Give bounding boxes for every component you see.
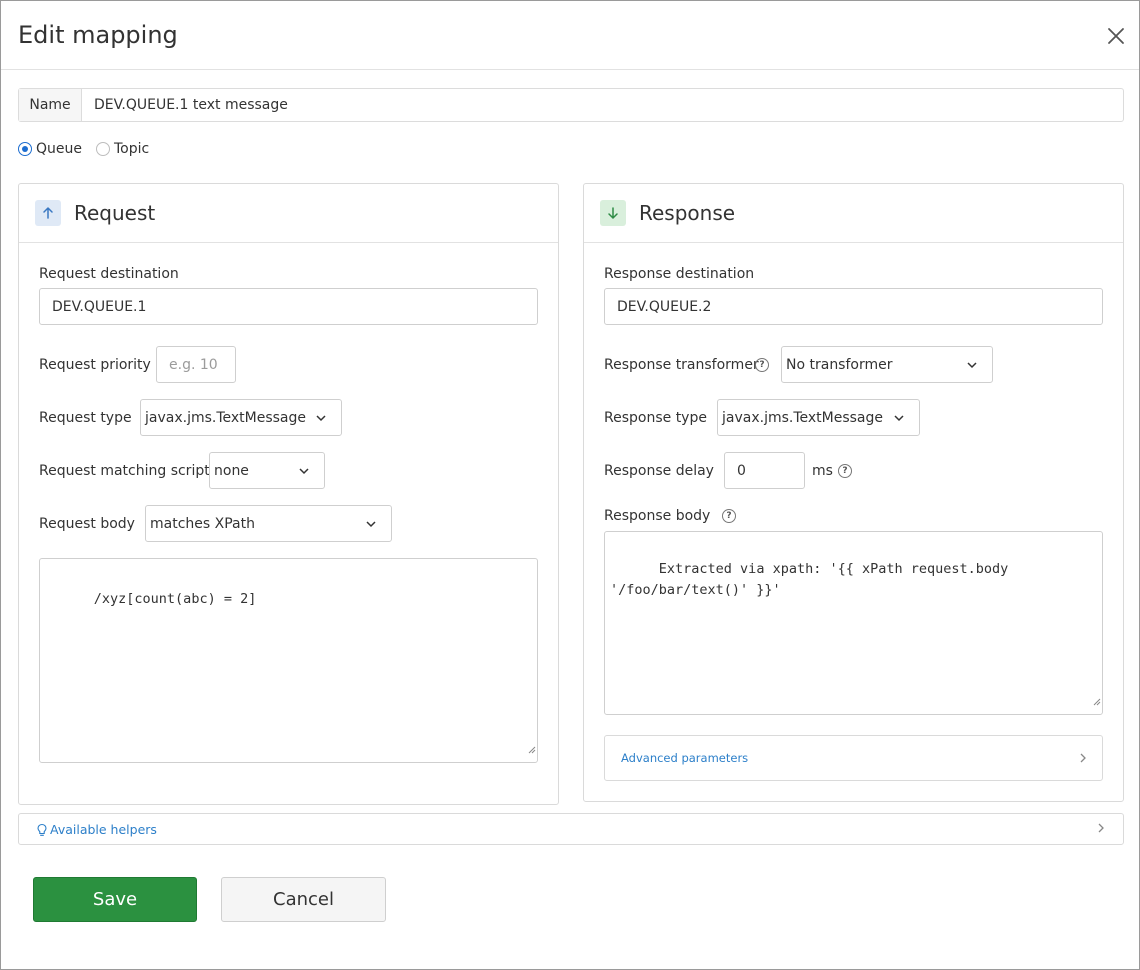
chevron-down-icon	[966, 359, 978, 375]
request-body-matcher-value: matches XPath	[150, 515, 255, 532]
help-circle-icon[interactable]: ?	[838, 464, 852, 478]
request-panel-title: Request	[74, 201, 156, 225]
name-input[interactable]: DEV.QUEUE.1 text message	[82, 89, 1123, 121]
edit-mapping-dialog: Edit mapping Name DEV.QUEUE.1 text messa…	[0, 0, 1140, 970]
chevron-right-icon	[1078, 752, 1088, 768]
chevron-right-icon	[1096, 822, 1106, 838]
destination-kind-radio-group: Queue Topic	[18, 140, 163, 158]
dialog-header: Edit mapping	[1, 1, 1139, 70]
request-priority-input[interactable]: e.g. 10	[156, 346, 236, 383]
name-label: Name	[19, 89, 82, 121]
topic-radio-dot[interactable]	[96, 142, 110, 156]
lightbulb-icon	[36, 823, 48, 841]
request-panel-header: Request	[19, 184, 558, 243]
close-icon[interactable]	[1105, 25, 1127, 47]
request-matching-script-select[interactable]: none	[209, 452, 325, 489]
response-panel-header: Response	[584, 184, 1123, 243]
request-type-select[interactable]: javax.jms.TextMessage	[140, 399, 342, 436]
response-transformer-label: Response transformer	[604, 357, 759, 373]
request-body-label: Request body	[39, 516, 135, 532]
queue-radio-label: Queue	[36, 141, 82, 157]
response-delay-label: Response delay	[604, 463, 714, 479]
resize-handle-icon[interactable]	[527, 740, 536, 761]
queue-radio-dot[interactable]	[18, 142, 32, 156]
request-destination-label: Request destination	[39, 266, 179, 282]
response-transformer-select[interactable]: No transformer	[781, 346, 993, 383]
help-circle-icon[interactable]: ?	[722, 509, 736, 523]
response-type-value: javax.jms.TextMessage	[722, 409, 884, 426]
response-panel-title: Response	[639, 201, 736, 225]
response-body-text: Extracted via xpath: '{{ xPath request.b…	[610, 561, 1009, 598]
response-panel: Response Response destination DEV.QUEUE.…	[583, 183, 1124, 802]
dialog-title: Edit mapping	[18, 21, 178, 49]
resize-handle-icon[interactable]	[1092, 692, 1101, 713]
cancel-button[interactable]: Cancel	[221, 877, 386, 922]
available-helpers-expander[interactable]: Available helpers	[18, 813, 1124, 845]
queue-radio[interactable]: Queue	[18, 141, 82, 157]
response-type-select[interactable]: javax.jms.TextMessage	[717, 399, 920, 436]
response-transformer-value: No transformer	[786, 356, 893, 373]
response-delay-unit: ms	[812, 463, 833, 479]
advanced-parameters-label[interactable]: Advanced parameters	[621, 751, 748, 765]
chevron-down-icon	[893, 412, 905, 428]
arrow-down-icon	[600, 200, 626, 226]
request-type-label: Request type	[39, 410, 132, 426]
response-destination-label: Response destination	[604, 266, 755, 282]
request-body-text: /xyz[count(abc) = 2]	[93, 591, 257, 607]
response-delay-input[interactable]: 0	[724, 452, 805, 489]
response-body-textarea[interactable]: Extracted via xpath: '{{ xPath request.b…	[604, 531, 1103, 715]
request-priority-label: Request priority	[39, 357, 151, 373]
response-destination-input[interactable]: DEV.QUEUE.2	[604, 288, 1103, 325]
request-body-textarea[interactable]: /xyz[count(abc) = 2]	[39, 558, 538, 763]
request-matching-script-value: none	[214, 462, 249, 479]
help-circle-icon[interactable]: ?	[755, 358, 769, 372]
advanced-parameters-expander[interactable]: Advanced parameters	[604, 735, 1103, 781]
request-matching-script-label: Request matching script	[39, 463, 210, 479]
request-destination-input[interactable]: DEV.QUEUE.1	[39, 288, 538, 325]
chevron-down-icon	[365, 518, 377, 534]
name-field: Name DEV.QUEUE.1 text message	[18, 88, 1124, 122]
topic-radio[interactable]: Topic	[96, 141, 149, 157]
chevron-down-icon	[315, 412, 327, 428]
topic-radio-label: Topic	[114, 141, 150, 157]
response-type-label: Response type	[604, 410, 707, 426]
request-panel: Request Request destination DEV.QUEUE.1 …	[18, 183, 559, 805]
chevron-down-icon	[298, 465, 310, 481]
available-helpers-label[interactable]: Available helpers	[50, 822, 157, 837]
arrow-up-icon	[35, 200, 61, 226]
save-button[interactable]: Save	[33, 877, 197, 922]
request-type-value: javax.jms.TextMessage	[145, 409, 307, 426]
request-body-matcher-select[interactable]: matches XPath	[145, 505, 392, 542]
response-body-label: Response body	[604, 508, 711, 524]
